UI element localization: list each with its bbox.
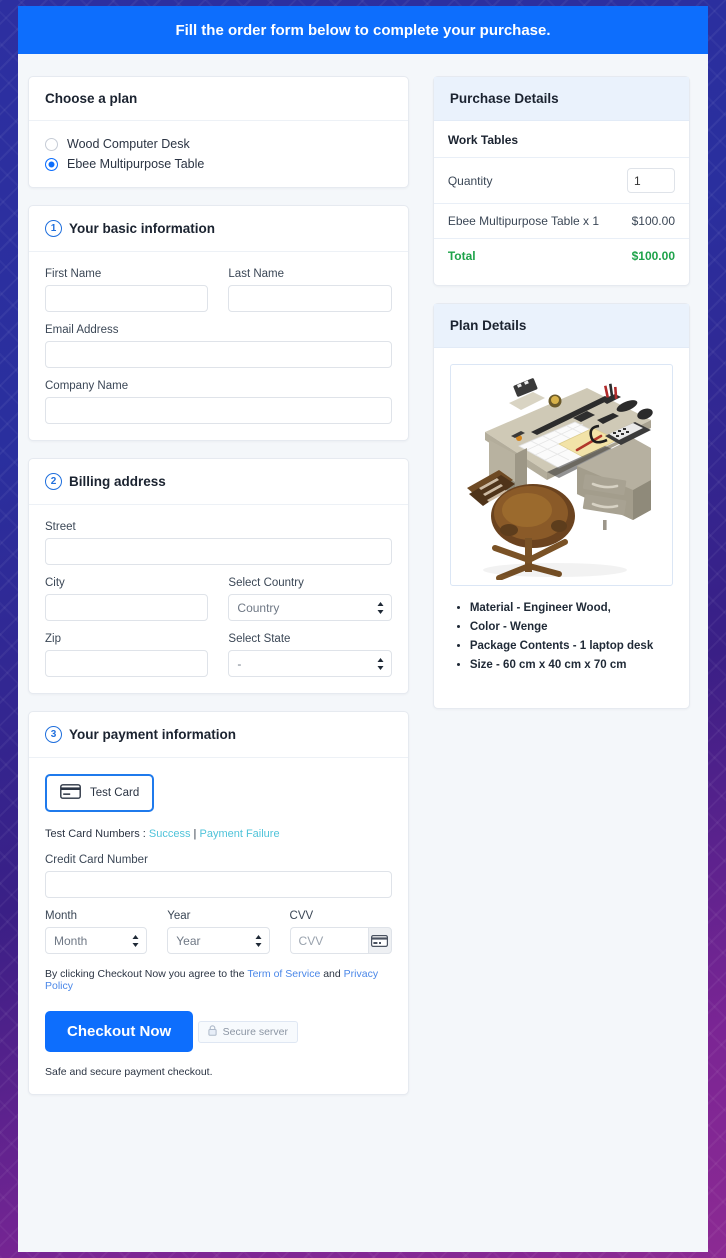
line-item-label: Ebee Multipurpose Table x 1 [447,214,600,228]
plan-details-body: Material - Engineer Wood, Color - Wenge … [434,348,689,708]
city-label: City [45,577,65,589]
list-item: Package Contents - 1 laptop desk [470,640,673,652]
step-badge-1: 1 [45,220,62,237]
payment-failure-link[interactable]: Payment Failure [199,828,279,840]
plan-image-frame [449,364,673,586]
payment-information-card: 3 Your payment information Test Card Tes… [28,711,409,1095]
line-item-price: $100.00 [631,214,675,228]
basic-information-body: First Name Last Name Email Address Compa… [29,252,408,440]
step-badge-3: 3 [45,726,62,743]
year-label: Year [167,910,191,922]
total-row: Total $100.00 [433,238,689,273]
credit-card-number-input[interactable] [45,871,392,898]
basic-information-title: Your basic information [69,221,216,236]
line-item-row: Ebee Multipurpose Table x 1 $100.00 [433,203,689,238]
page-banner: Fill the order form below to complete yo… [18,6,708,54]
list-item: Material - Engineer Wood, [470,602,673,614]
plan-details-title: Plan Details [449,318,527,333]
test-card-button-label: Test Card [90,787,140,799]
quantity-input[interactable] [627,168,675,193]
billing-address-title: Billing address [69,474,166,489]
choose-plan-header: Choose a plan [29,77,408,121]
payment-information-header: 3 Your payment information [29,712,408,758]
test-card-note-prefix: Test Card Numbers : [45,828,149,840]
purchase-details-card: Purchase Details Work Tables Quantity Eb… [432,76,690,286]
cvv-input[interactable] [289,927,368,954]
list-item: Color - Wenge [470,621,673,633]
plan-details-bullet-list: Material - Engineer Wood, Color - Wenge … [450,602,673,671]
radio-icon-unselected[interactable] [45,137,58,151]
plan-option-label: Wood Computer Desk [67,137,190,151]
street-input[interactable] [45,538,392,565]
left-column: Choose a plan Wood Computer Desk Ebee Mu… [28,76,409,1112]
choose-plan-body: Wood Computer Desk Ebee Multipurpose Tab… [29,121,408,187]
basic-information-header: 1 Your basic information [29,206,408,252]
plan-option-ebee-multipurpose-table[interactable]: Ebee Multipurpose Table [45,157,392,171]
credit-card-number-label: Credit Card Number [45,854,148,866]
purchase-group-title: Work Tables [447,133,519,147]
email-input[interactable] [45,341,392,368]
zip-label: Zip [45,633,61,645]
cvv-card-icon [367,927,392,954]
select-state-label: Select State [228,633,291,645]
state-select[interactable]: - [228,650,392,677]
email-label: Email Address [45,324,119,336]
test-card-numbers-note: Test Card Numbers : Success | Payment Fa… [45,828,392,840]
radio-icon-selected[interactable] [45,157,58,171]
choose-plan-card: Choose a plan Wood Computer Desk Ebee Mu… [28,76,409,188]
zip-input[interactable] [45,650,209,677]
terms-text: By clicking Checkout Now you agree to th… [45,968,392,992]
city-input[interactable] [45,594,209,621]
right-column: Purchase Details Work Tables Quantity Eb… [432,76,690,1112]
step-badge-2: 2 [45,473,62,490]
desk-and-chair-image [455,370,668,580]
plan-option-label: Ebee Multipurpose Table [67,157,205,171]
safe-checkout-note: Safe and secure payment checkout. [45,1066,213,1078]
street-label: Street [45,521,76,533]
billing-address-card: 2 Billing address Street City Select Cou… [28,458,409,694]
checkout-now-button[interactable]: Checkout Now [45,1011,194,1052]
company-name-label: Company Name [45,380,129,392]
last-name-input[interactable] [228,285,392,312]
success-link[interactable]: Success [149,828,191,840]
plan-details-card: Plan Details • Material - Engineer Wood,… [432,303,690,709]
last-name-label: Last Name [228,268,285,280]
purchase-details-header: Purchase Details [433,77,689,121]
payment-information-body: Test Card Test Card Numbers : Success | … [29,758,408,1094]
total-price: $100.00 [631,249,675,263]
first-name-input[interactable] [45,285,209,312]
month-label: Month [45,910,77,922]
quantity-label: Quantity [447,173,493,188]
year-select[interactable]: Year [167,927,270,954]
list-item: Size - 60 cm x 40 cm x 70 cm [470,659,673,671]
billing-address-body: Street City Select Country Country Zip S… [29,505,408,693]
payment-information-title: Your payment information [69,727,237,742]
term-of-service-link[interactable]: Term of Service [247,968,320,980]
first-name-label: First Name [45,268,102,280]
month-select[interactable]: Month [45,927,148,954]
banner-text: Fill the order form below to complete yo… [175,21,551,39]
purchase-details-title: Purchase Details [449,91,559,106]
terms-prefix: By clicking Checkout Now you agree to th… [45,968,248,980]
billing-address-header: 2 Billing address [29,459,408,505]
cvv-label: CVV [289,910,314,922]
plan-details-header: Plan Details [433,304,689,348]
secure-server-badge: Secure server [197,1021,298,1043]
plan-option-wood-computer-desk[interactable]: Wood Computer Desk [45,137,392,151]
choose-plan-title: Choose a plan [45,91,138,106]
terms-and: and [320,968,344,980]
test-card-button[interactable]: Test Card [45,774,155,812]
checkout-page: Fill the order form below to complete yo… [18,6,708,1252]
country-select[interactable]: Country [228,594,392,621]
basic-information-card: 1 Your basic information First Name Last… [28,205,409,441]
select-country-label: Select Country [228,577,304,589]
total-label: Total [447,249,476,263]
credit-card-icon [60,784,81,802]
lock-icon [208,1025,217,1039]
quantity-row: Quantity [433,157,689,203]
secure-server-label: Secure server [222,1026,288,1038]
company-name-input[interactable] [45,397,392,424]
